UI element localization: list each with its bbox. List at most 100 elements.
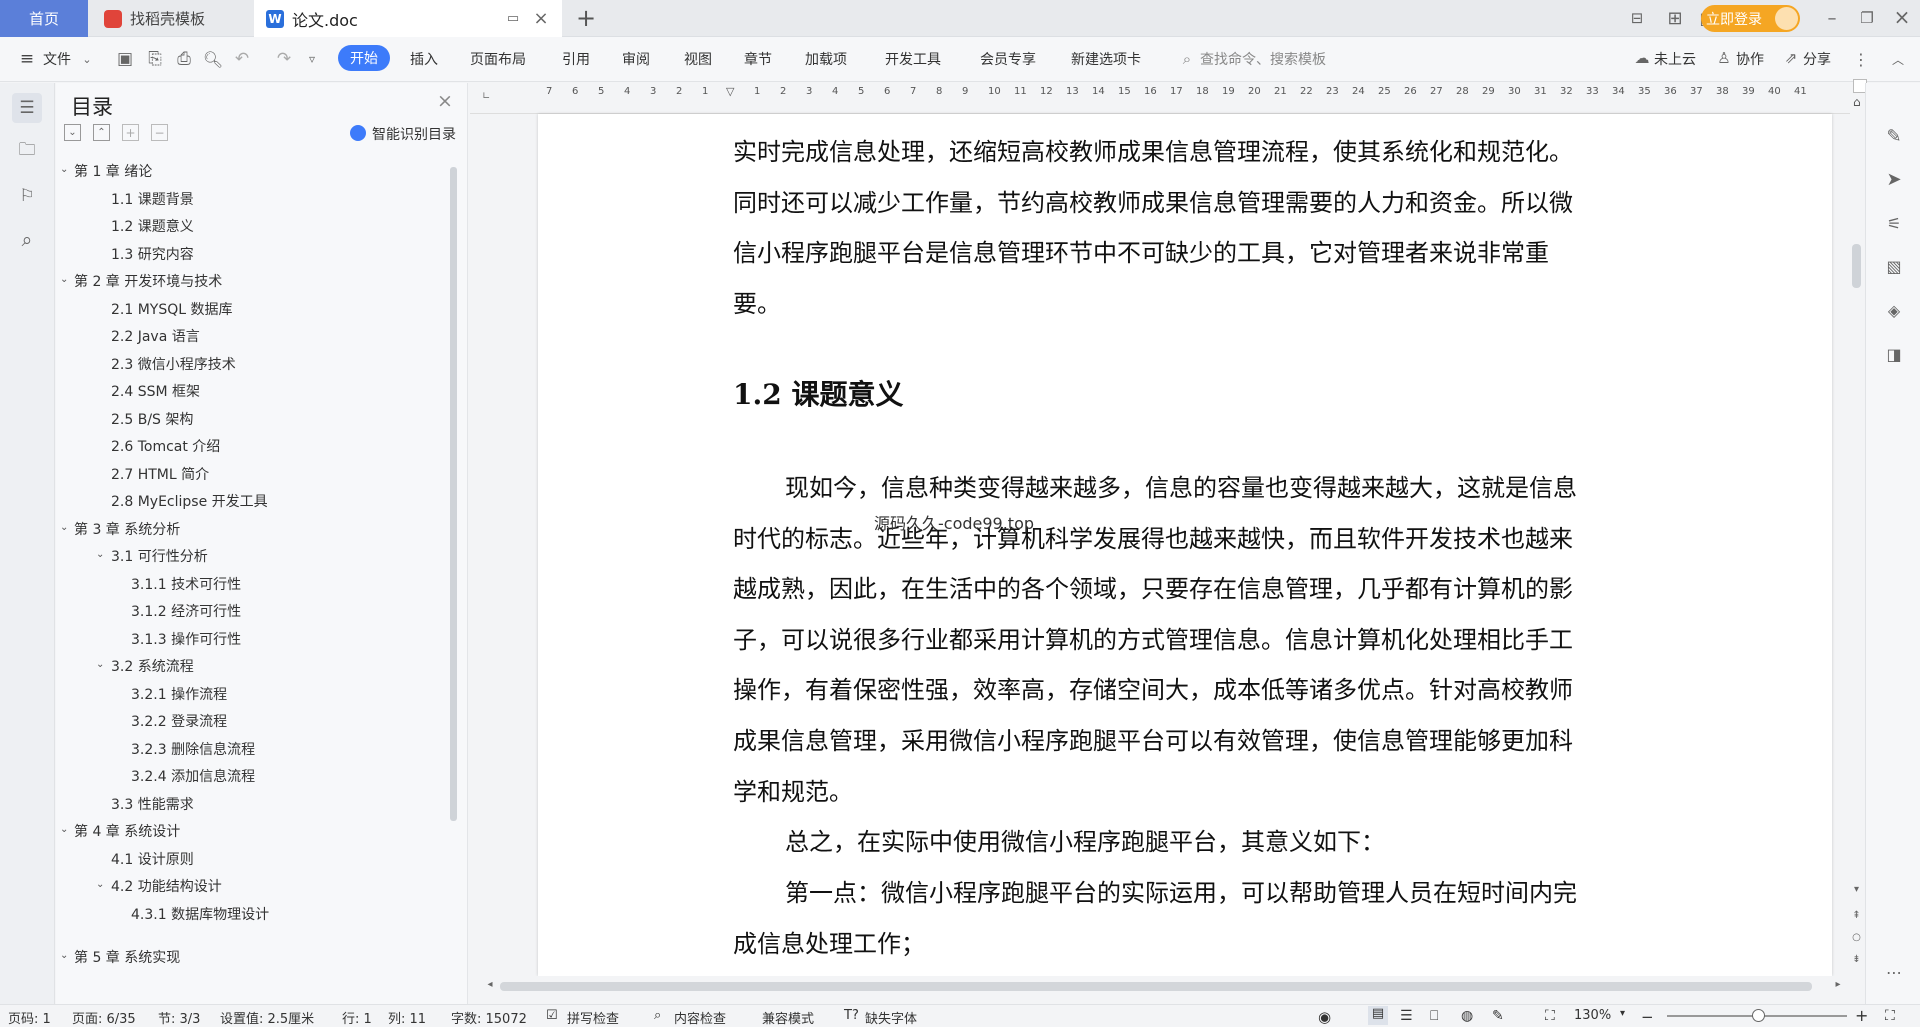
ribbon-tab-view[interactable]: 视图 xyxy=(684,49,712,69)
restore-icon[interactable]: ❐ xyxy=(1855,6,1879,30)
toc-item[interactable]: ⌄ 4.2 功能结构设计 xyxy=(56,874,446,898)
close-tab-icon[interactable]: × xyxy=(532,8,550,29)
new-tab-icon[interactable]: + xyxy=(573,4,599,32)
toc-item[interactable]: 1.2 课题意义 xyxy=(56,214,446,238)
toc-item[interactable]: 2.6 Tomcat 介绍 xyxy=(56,434,446,458)
close-window-icon[interactable]: × xyxy=(1890,5,1914,29)
add-heading-icon[interactable]: + xyxy=(122,124,139,141)
toc-item[interactable]: 3.2.2 登录流程 xyxy=(56,709,446,733)
tab-home[interactable]: 首页 xyxy=(0,0,88,37)
horizontal-scrollbar[interactable]: ◂ ▸ xyxy=(470,976,1850,996)
ai-icon[interactable]: ◈ xyxy=(1881,297,1907,323)
zoom-dropdown-icon[interactable]: ▾ xyxy=(1620,1008,1625,1019)
toc-item[interactable]: ⌄ 3.2 系统流程 xyxy=(56,654,446,678)
tab-templates[interactable]: 找稻壳模板 xyxy=(92,0,252,37)
zoom-out-icon[interactable]: − xyxy=(1641,1008,1654,1026)
image-tool-icon[interactable]: ▧ xyxy=(1881,253,1907,279)
web-view-icon[interactable]: ◍ xyxy=(1461,1008,1473,1024)
next-page-icon[interactable]: ⇟ xyxy=(1850,954,1863,965)
right-indent-icon[interactable]: ⌂ xyxy=(1853,95,1861,109)
toc-item[interactable]: 2.8 MyEclipse 开发工具 xyxy=(56,489,446,513)
file-menu[interactable]: 文件 xyxy=(43,49,71,69)
more-options-icon[interactable]: ⋮ xyxy=(1853,47,1869,71)
scroll-right-icon[interactable]: ▸ xyxy=(1832,979,1844,990)
toc-item[interactable]: ⌄ 第 3 章 系统分析 xyxy=(56,517,446,541)
ribbon-tab-review[interactable]: 审阅 xyxy=(622,49,650,69)
quick-access-more-icon[interactable]: ▿ xyxy=(303,47,321,71)
page-view-icon[interactable]: ▤ xyxy=(1368,1006,1388,1025)
ribbon-tab-insert[interactable]: 插入 xyxy=(410,49,438,69)
toc-item[interactable]: ⌄ 第 2 章 开发环境与技术 xyxy=(56,269,446,293)
zoom-level[interactable]: 130% xyxy=(1574,1008,1611,1023)
toc-item[interactable]: 2.1 MYSQL 数据库 xyxy=(56,297,446,321)
chevron-down-icon[interactable]: ⌄ xyxy=(96,659,104,670)
print-preview-icon[interactable]: 🔍︎ xyxy=(201,47,225,71)
toc-item[interactable]: 1.1 课题背景 xyxy=(56,187,446,211)
select-browse-icon[interactable]: ○ xyxy=(1850,932,1863,943)
command-search[interactable]: ⌕ 查找命令、搜索模板 xyxy=(1178,46,1378,72)
write-mode-icon[interactable]: ✎ xyxy=(1492,1008,1504,1024)
ribbon-tab-start[interactable]: 开始 xyxy=(338,45,390,71)
save-icon[interactable]: ▣ xyxy=(113,47,137,71)
missing-font-button[interactable]: 缺失字体 xyxy=(865,1008,917,1027)
indent-marker-icon[interactable]: ▽ xyxy=(726,85,734,98)
login-button[interactable]: 立即登录 xyxy=(1701,5,1800,32)
toc-item[interactable]: 2.3 微信小程序技术 xyxy=(56,352,446,376)
smart-toc-button[interactable]: 智能识别目录 xyxy=(372,124,456,144)
share-button[interactable]: 分享 xyxy=(1803,49,1831,69)
toc-scrollbar[interactable] xyxy=(450,167,457,821)
eye-protection-icon[interactable]: ◉ xyxy=(1318,1008,1331,1026)
spellcheck-button[interactable]: 拼写检查 xyxy=(567,1008,619,1027)
prev-page-icon[interactable]: ⇞ xyxy=(1850,910,1863,921)
close-icon[interactable]: × xyxy=(435,89,455,113)
toc-item[interactable]: 2.7 HTML 简介 xyxy=(56,462,446,486)
ribbon-tab-new[interactable]: 新建选项卡 xyxy=(1071,49,1141,69)
layout-icon[interactable]: ⊟ xyxy=(1622,8,1652,28)
adjust-icon[interactable]: ⚟ xyxy=(1881,210,1907,236)
toc-item[interactable]: 4.1 设计原则 xyxy=(56,847,446,871)
document-page[interactable]: 的现代化管理工具，这个工具就是解决上述问题的最好的解决方案。它不仅可以 实时完成… xyxy=(538,114,1832,976)
chevron-down-icon[interactable]: ⌄ xyxy=(60,274,68,285)
collapse-ribbon-icon[interactable]: ︿ xyxy=(1888,47,1908,71)
toc-item[interactable]: 2.4 SSM 框架 xyxy=(56,379,446,403)
cloud-status[interactable]: 未上云 xyxy=(1654,49,1696,69)
ribbon-tab-chapter[interactable]: 章节 xyxy=(744,49,772,69)
chevron-down-icon[interactable]: ⌄ xyxy=(60,522,68,533)
status-word-count[interactable]: 字数: 15072 xyxy=(451,1008,527,1027)
fit-page-icon[interactable]: ⛶ xyxy=(1545,1008,1555,1024)
redo-icon[interactable]: ↷ xyxy=(272,47,296,71)
chevron-down-icon[interactable]: ⌄ xyxy=(80,49,94,69)
scroll-down-icon[interactable]: ▾ xyxy=(1850,884,1863,895)
toc-item[interactable]: 3.3 性能需求 xyxy=(56,792,446,816)
tab-document[interactable]: W 论文.doc ▭ × xyxy=(254,0,562,37)
status-pages[interactable]: 页面: 6/35 xyxy=(72,1008,136,1027)
chevron-down-icon[interactable]: ⌄ xyxy=(60,824,68,835)
toc-item[interactable]: 2.2 Java 语言 xyxy=(56,324,446,348)
nav-pane-icon[interactable]: 🗀︎ xyxy=(14,138,40,164)
screen-icon[interactable]: ▭ xyxy=(504,9,522,27)
collab-button[interactable]: 协作 xyxy=(1736,49,1764,69)
remove-heading-icon[interactable]: − xyxy=(151,124,168,141)
chevron-down-icon[interactable]: ⌄ xyxy=(60,950,68,961)
toc-item[interactable]: 3.2.1 操作流程 xyxy=(56,682,446,706)
toc-item[interactable]: 3.2.4 添加信息流程 xyxy=(56,764,446,788)
rail-more-icon[interactable]: ⋯ xyxy=(1881,959,1907,985)
undo-icon[interactable]: ↶ xyxy=(230,47,254,71)
content-check-button[interactable]: 内容检查 xyxy=(674,1008,726,1027)
collapse-all-icon[interactable]: ⌃ xyxy=(93,124,110,141)
chevron-down-icon[interactable]: ⌄ xyxy=(96,879,104,890)
find-icon[interactable]: ⌕ xyxy=(14,227,40,253)
outline-view-icon[interactable]: ☰ xyxy=(1400,1008,1413,1024)
toc-item[interactable]: 3.1.2 经济可行性 xyxy=(56,599,446,623)
export-icon[interactable]: ⎘ xyxy=(143,47,167,71)
chevron-down-icon[interactable]: ⌄ xyxy=(60,164,68,175)
menu-icon[interactable]: ≡ xyxy=(17,49,37,69)
toc-item[interactable]: 2.5 B/S 架构 xyxy=(56,407,446,431)
ribbon-tab-reference[interactable]: 引用 xyxy=(562,49,590,69)
vertical-scrollbar[interactable]: ▾ ⇞ ○ ⇟ xyxy=(1848,114,1865,976)
toc-item[interactable]: ⌄ 第 1 章 绪论 xyxy=(56,159,446,183)
pen-icon[interactable]: ✎ xyxy=(1881,123,1907,149)
chevron-down-icon[interactable]: ⌄ xyxy=(96,549,104,560)
ribbon-tab-developer[interactable]: 开发工具 xyxy=(885,49,941,69)
zoom-in-icon[interactable]: + xyxy=(1855,1006,1868,1025)
